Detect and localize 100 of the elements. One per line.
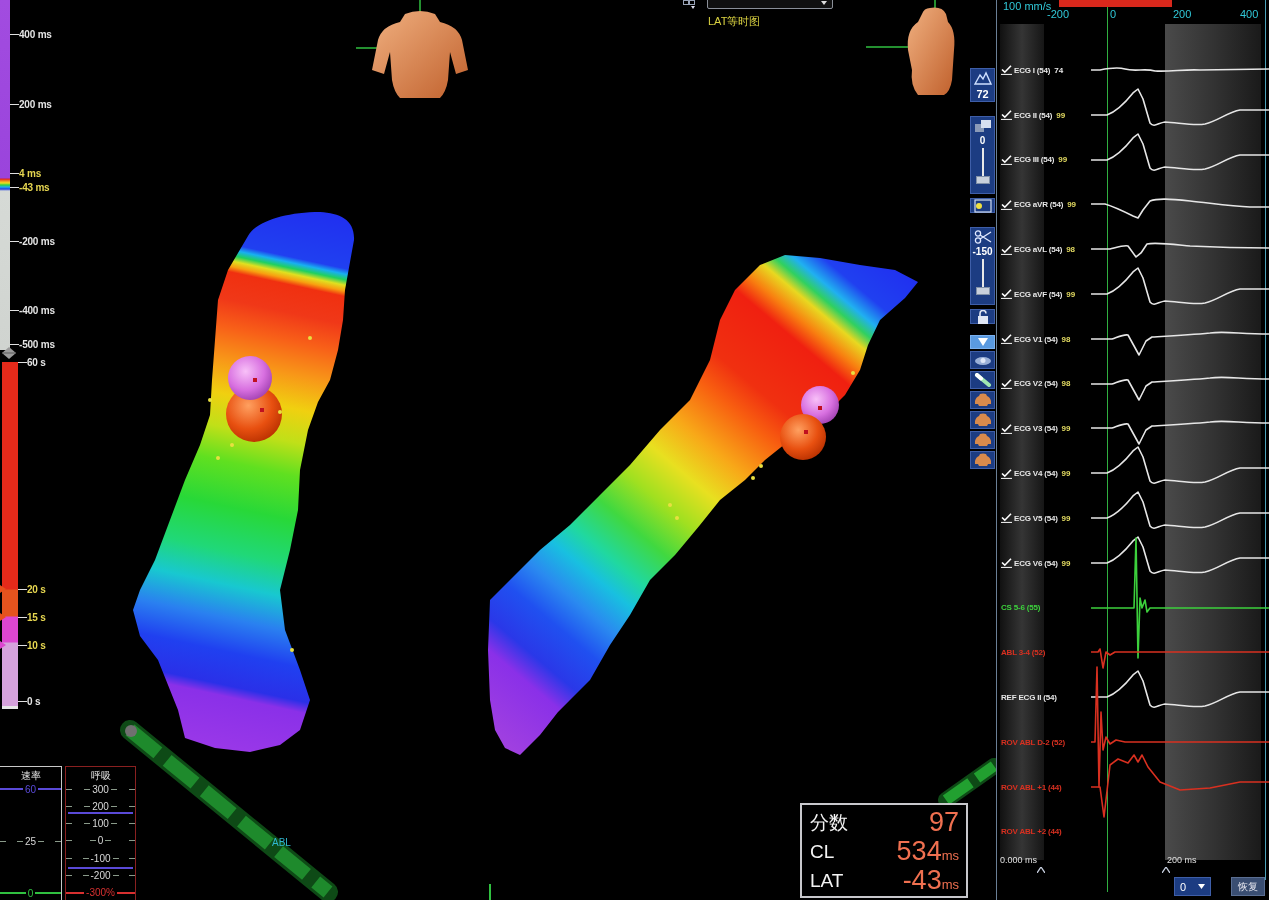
gauge-value: 0 [26, 887, 35, 899]
caret-icon [821, 1, 827, 5]
trace-label: ECG III (54) [1014, 155, 1055, 165]
match-score: 98 [1061, 379, 1071, 389]
catheter-button[interactable] [970, 371, 995, 389]
point-dot-icon [290, 648, 294, 652]
view-button[interactable] [970, 411, 995, 429]
scale-label: -500 ms [19, 338, 55, 350]
axis-tick-label: 400 [1240, 8, 1259, 20]
level-marker-icon [0, 613, 6, 621]
match-score: 99 [1061, 513, 1071, 523]
gauge-value: 0 [96, 835, 105, 847]
axis-tick-label: 0 [1110, 8, 1117, 20]
lock-button[interactable] [970, 309, 995, 324]
trace-label: REF ECG II (54) [1001, 693, 1057, 703]
summary-value: -43 [902, 866, 942, 895]
check-icon[interactable] [1001, 558, 1012, 569]
gauge-value: 100 [91, 818, 110, 830]
window-edge-handle-icon[interactable] [1037, 867, 1045, 874]
match-score: 99 [1056, 110, 1066, 120]
torso-icon [973, 393, 992, 407]
slider-value: 0 [979, 135, 986, 146]
trace-label: ECG II (54) [1014, 110, 1053, 120]
gauge-value: -100 [89, 852, 112, 864]
gauge-value: -200 [89, 870, 112, 882]
trace-label: ABL 3-4 (52) [1001, 648, 1046, 658]
gauge-title: 速率 [20, 769, 41, 783]
visibility-button[interactable] [970, 351, 995, 369]
range-handle-icon[interactable] [2, 347, 16, 359]
match-score: 74 [1054, 65, 1064, 75]
check-icon[interactable] [1001, 423, 1012, 434]
slider-thumb[interactable] [975, 176, 990, 184]
peaks-button[interactable]: 72 [970, 68, 995, 102]
trace-label: ECG V2 (54) [1014, 379, 1058, 389]
check-icon[interactable] [1001, 378, 1012, 389]
layers-icon [973, 119, 992, 133]
check-icon[interactable] [1001, 65, 1012, 76]
check-icon[interactable] [1001, 513, 1012, 524]
point-dot-icon [668, 503, 672, 507]
check-icon[interactable] [1001, 110, 1012, 121]
window-edge-label: 0.000 ms [1000, 855, 1038, 866]
trace-label: ROV ABL D-2 (52) [1001, 737, 1065, 747]
trace-label: ROV ABL +1 (44) [1001, 782, 1062, 792]
trace-label: ECG aVR (54) [1014, 200, 1064, 210]
level-marker-icon [0, 641, 6, 649]
match-score: 99 [1058, 155, 1068, 165]
scale-label: -400 ms [19, 304, 55, 316]
scale-label: 0 s [27, 695, 41, 707]
gauge-value: 300 [91, 783, 110, 795]
slider-thumb[interactable] [975, 287, 990, 295]
scale-label: 4 ms [19, 167, 41, 179]
torso-orientation-icon[interactable] [865, 0, 955, 95]
match-score: 98 [1066, 245, 1076, 255]
summary-label: 分数 [810, 810, 848, 835]
slider-value: -150 [972, 246, 993, 257]
view-button[interactable] [970, 391, 995, 409]
sweep-speed: 100 mm/s [1003, 0, 1052, 12]
summary-label: LAT [810, 869, 845, 892]
level-marker-icon [0, 585, 6, 593]
torso-orientation-icon[interactable] [355, 0, 468, 98]
point-dot-icon [751, 476, 755, 480]
restore-button[interactable]: 恢复 [1231, 877, 1265, 897]
gauge-value: -300% [85, 887, 116, 899]
slider-track[interactable] [974, 148, 991, 184]
window-edge-handle-icon[interactable] [1162, 867, 1170, 874]
point-dot-icon [208, 398, 212, 402]
gauge-value: 25 [23, 835, 38, 847]
torso-icon [973, 433, 992, 447]
point-dot-icon [216, 456, 220, 460]
check-icon[interactable] [1001, 334, 1012, 345]
trace-label: ECG V6 (54) [1014, 558, 1058, 568]
view-button[interactable] [970, 451, 995, 469]
limit-line [68, 812, 133, 814]
check-icon[interactable] [1001, 244, 1012, 255]
check-icon[interactable] [1001, 199, 1012, 210]
light-button[interactable] [970, 198, 995, 213]
check-icon[interactable] [1001, 468, 1012, 479]
check-icon[interactable] [1001, 155, 1012, 165]
scale-label: -200 ms [19, 235, 55, 247]
point-dot-icon [851, 371, 855, 375]
check-icon[interactable] [1001, 289, 1012, 300]
gauge-value: 60 [23, 783, 38, 795]
point-dot-icon [308, 336, 312, 340]
axis-tick-label: 200 [1173, 8, 1192, 20]
trace-label: CS 5-6 (55) [1001, 603, 1041, 613]
catheter-icon [973, 373, 992, 387]
gain-dropdown[interactable]: 0 [1174, 877, 1211, 897]
gauge-value: 200 [91, 800, 110, 812]
layout-icon[interactable] [683, 0, 695, 9]
caret-icon [1198, 884, 1205, 890]
trace-label: ECG I (54) [1014, 65, 1051, 75]
trace-label: ECG V5 (54) [1014, 513, 1058, 523]
slider-track[interactable] [974, 259, 991, 295]
point-dot-icon [278, 410, 282, 414]
view-button[interactable] [970, 431, 995, 449]
trace-label: ECG aVF (54) [1014, 289, 1063, 299]
match-score: 99 [1061, 469, 1071, 479]
scale-label: 60 s [27, 356, 46, 368]
summary-unit: ms [941, 877, 959, 892]
point-dot-icon [675, 516, 679, 520]
